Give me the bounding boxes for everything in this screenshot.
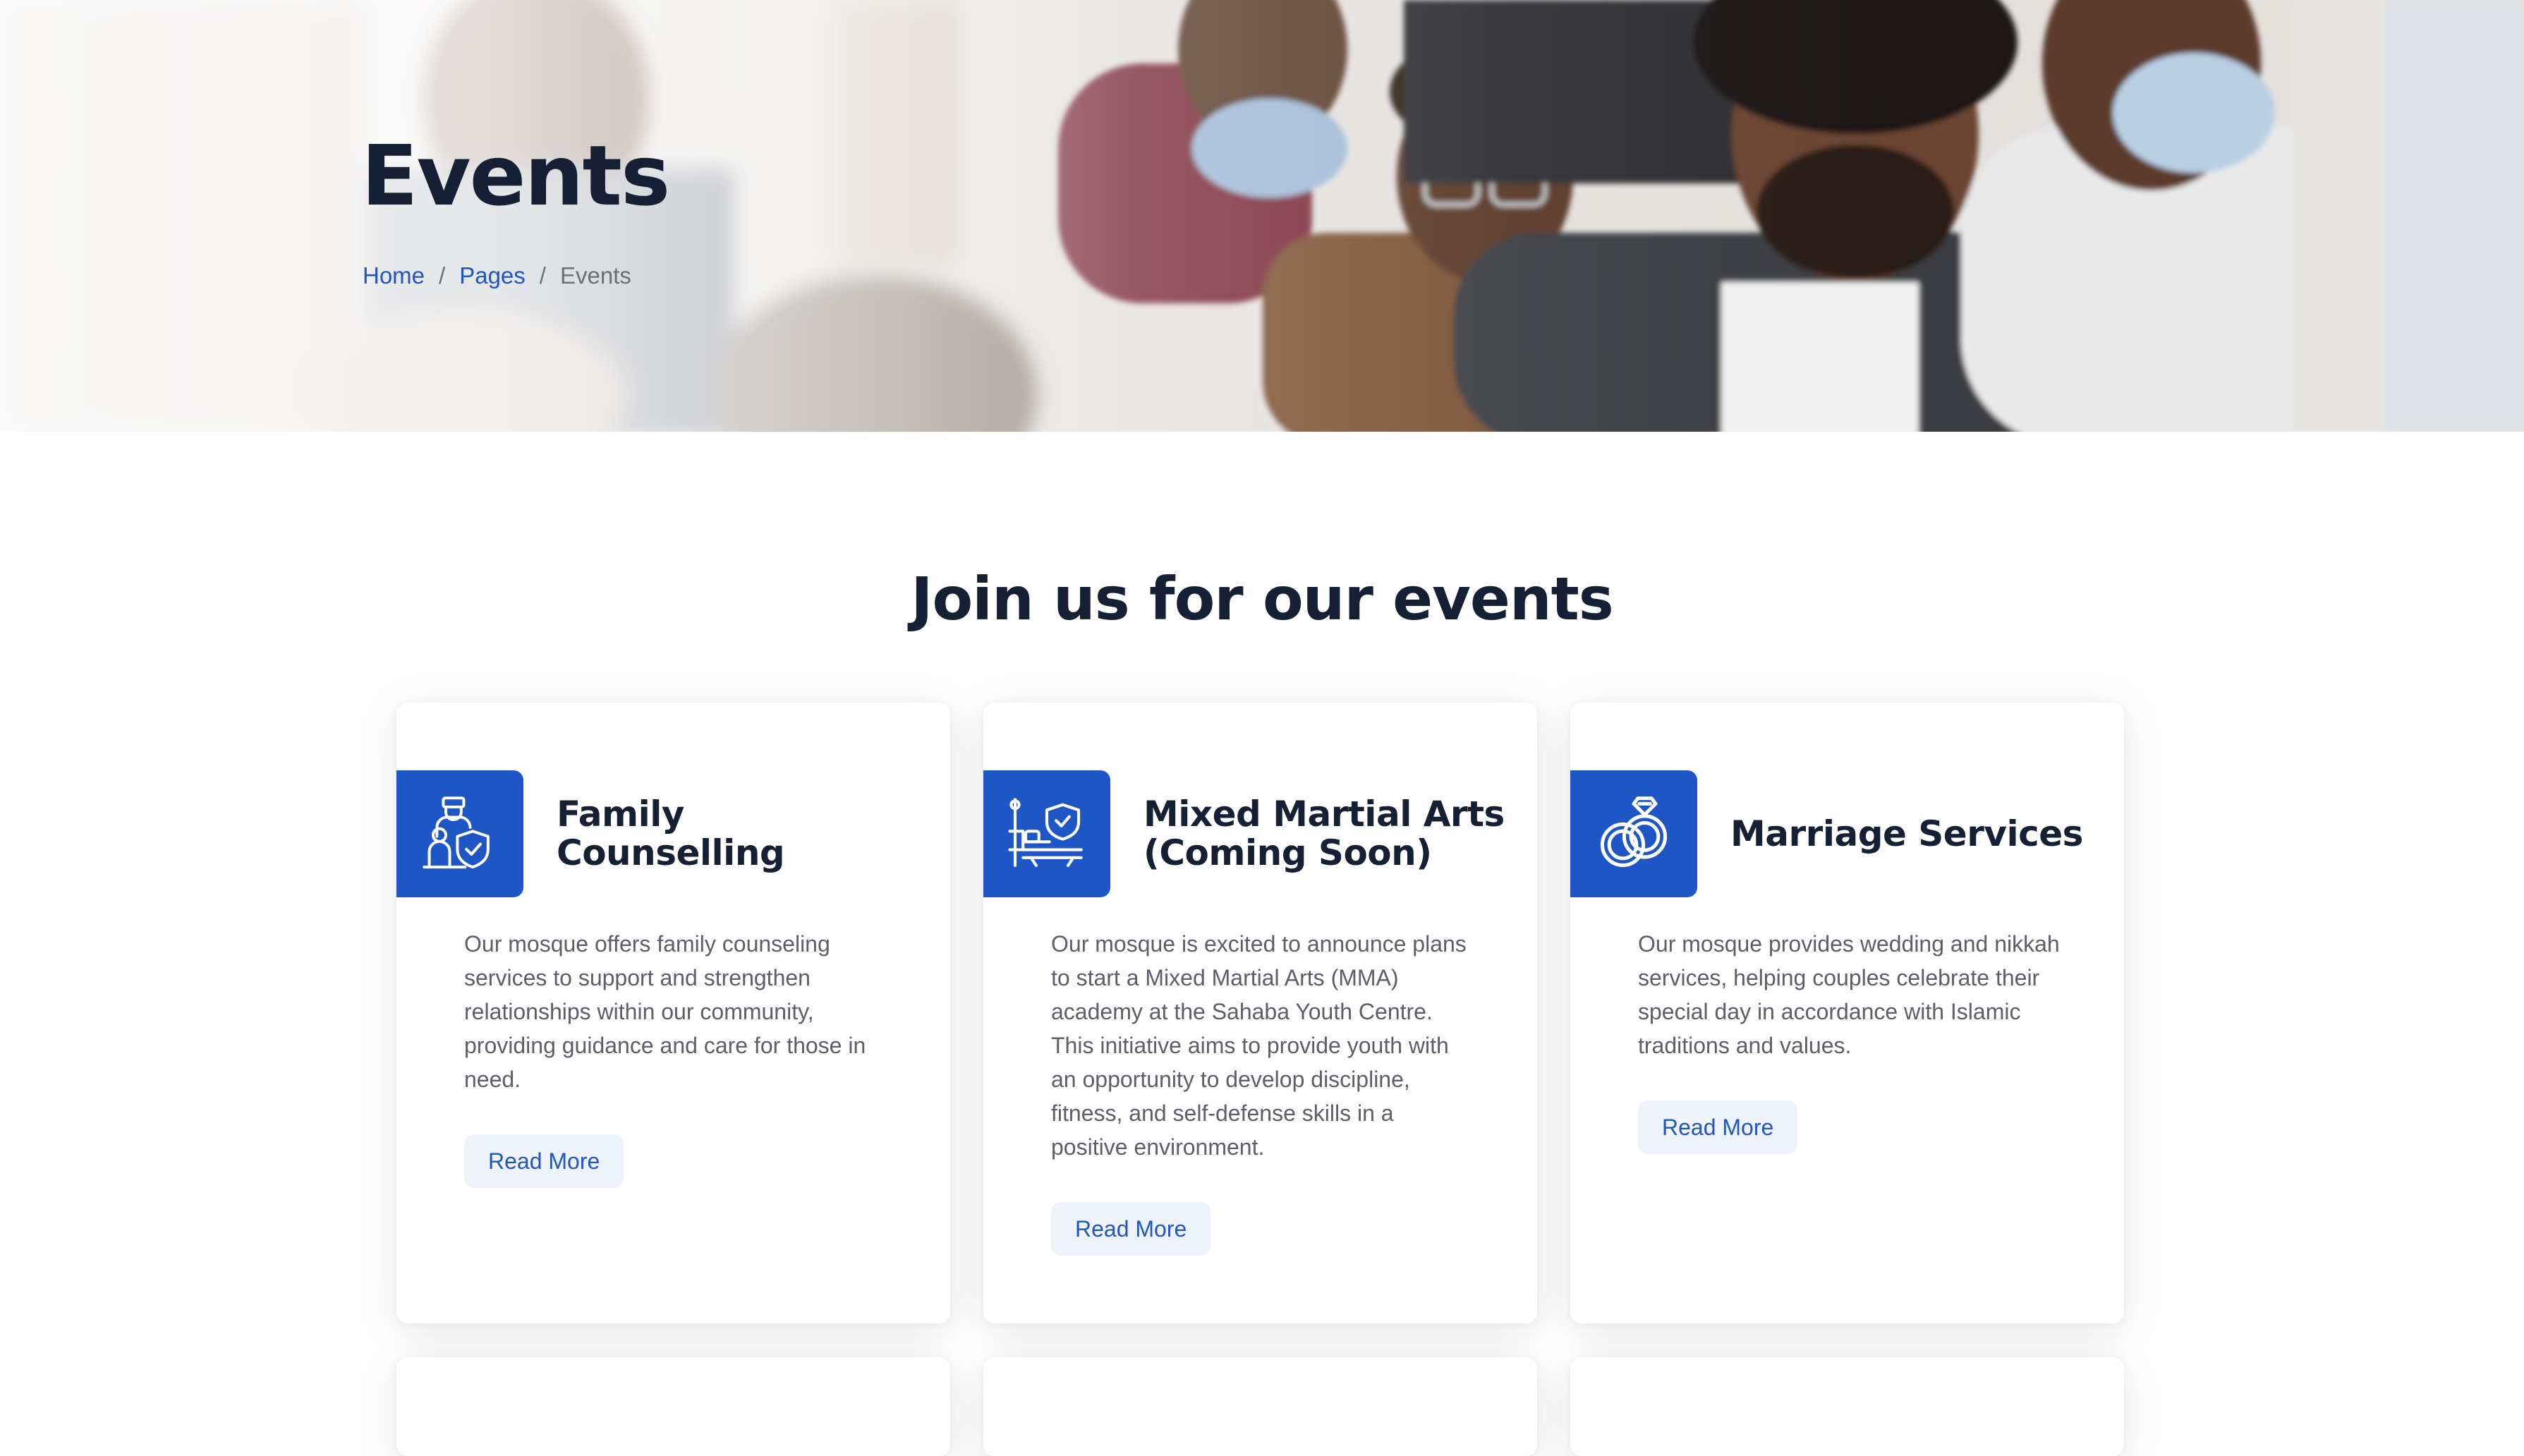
read-more-button[interactable]: Read More <box>1051 1202 1211 1256</box>
card-description: Our mosque provides wedding and nikkah s… <box>1638 931 2060 1058</box>
breadcrumb-home-link[interactable]: Home <box>363 262 425 289</box>
event-card-family-counselling: Family Counselling Our mosque offers fam… <box>396 703 950 1323</box>
page-hero: Events Home / Pages / Events <box>0 0 2524 432</box>
card-description: Our mosque offers family counseling serv… <box>464 931 866 1092</box>
read-more-button[interactable]: Read More <box>1638 1100 1798 1154</box>
event-card-marriage-services: Marriage Services Our mosque provides we… <box>1570 703 2124 1323</box>
read-more-button[interactable]: Read More <box>464 1134 624 1188</box>
family-protection-icon <box>396 770 523 897</box>
breadcrumb-pages-link[interactable]: Pages <box>459 262 526 289</box>
breadcrumb-current: Events <box>559 262 631 289</box>
event-card-partial <box>396 1357 950 1456</box>
page-title: Events <box>361 127 670 224</box>
event-card-partial <box>983 1357 1537 1456</box>
card-title: Marriage Services <box>1730 813 2083 854</box>
wedding-rings-icon <box>1570 770 1697 897</box>
event-card-mixed-martial-arts: Mixed Martial Arts (Coming Soon) Our mos… <box>983 703 1537 1323</box>
insurance-bed-icon <box>983 770 1110 897</box>
section-title: Join us for our events <box>911 564 1614 633</box>
event-card-partial <box>1570 1357 2124 1456</box>
breadcrumb: Home / Pages / Events <box>363 262 631 289</box>
breadcrumb-separator: / <box>539 262 546 289</box>
card-title: Mixed Martial Arts (Coming Soon) <box>1143 794 1505 873</box>
card-description: Our mosque is excited to announce plans … <box>1051 931 1467 1160</box>
breadcrumb-separator: / <box>439 262 446 289</box>
card-title: Family Counselling <box>557 794 785 873</box>
